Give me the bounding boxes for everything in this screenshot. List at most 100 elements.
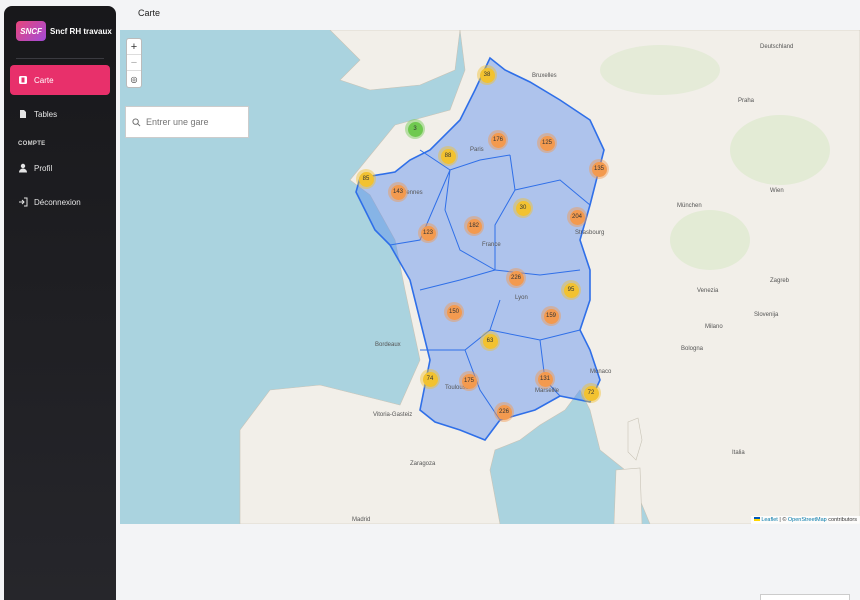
forest-area <box>600 45 720 95</box>
leaflet-link[interactable]: Leaflet <box>761 517 778 523</box>
city-label: Zagreb <box>770 278 790 284</box>
zoom-control: + − ◎ <box>126 38 142 88</box>
map-container[interactable]: Rennes Paris France Bordeaux Toulouse Lyon Mar… <box>120 30 860 524</box>
sidebar-item-label: Tables <box>34 109 58 119</box>
sidebar-item-label: Carte <box>34 75 54 85</box>
cluster-marker[interactable]: 175 <box>459 371 479 391</box>
cluster-count: 3 <box>407 121 423 137</box>
city-label: Bruxelles <box>532 73 557 79</box>
cluster-count: 63 <box>482 333 498 349</box>
city-label: Bologna <box>681 346 704 352</box>
cluster-marker[interactable]: 38 <box>477 65 497 85</box>
cluster-marker[interactable]: 135 <box>589 159 609 179</box>
city-label: Slovenija <box>754 312 779 318</box>
city-label: Monaco <box>590 369 612 375</box>
city-label: Vitoria-Gasteiz <box>373 412 413 418</box>
search-input[interactable] <box>146 117 246 127</box>
station-search[interactable] <box>125 106 249 138</box>
sidebar-item-carte[interactable]: Carte <box>10 65 110 95</box>
cluster-count: 143 <box>390 184 406 200</box>
cluster-count: 204 <box>569 209 585 225</box>
cluster-marker[interactable]: 88 <box>438 146 458 166</box>
city-label: Praha <box>738 98 755 104</box>
cluster-marker[interactable]: 3 <box>405 119 425 139</box>
city-label: Wien <box>770 188 784 194</box>
city-label: Paris <box>470 147 484 153</box>
city-label: Deutschland <box>760 44 794 50</box>
attribution-tail: contributors <box>826 517 857 523</box>
france-highlight <box>355 56 605 441</box>
forest-area <box>670 210 750 270</box>
sidebar: SNCF Sncf RH travaux Carte Tables COMPTE… <box>4 6 116 600</box>
cluster-marker[interactable]: 123 <box>418 223 438 243</box>
cluster-count: 182 <box>466 218 482 234</box>
sidebar-item-profil[interactable]: Profil <box>10 153 110 183</box>
cluster-count: 226 <box>508 270 524 286</box>
cluster-marker[interactable]: 204 <box>567 207 587 227</box>
cluster-count: 159 <box>543 308 559 324</box>
cluster-marker[interactable]: 143 <box>388 182 408 202</box>
zoom-out-button[interactable]: − <box>127 55 141 71</box>
cluster-count: 150 <box>446 304 462 320</box>
cluster-marker[interactable]: 95 <box>561 280 581 300</box>
osm-link[interactable]: OpenStreetMap <box>788 517 827 523</box>
cluster-count: 125 <box>539 135 555 151</box>
zoom-in-button[interactable]: + <box>127 39 141 55</box>
forest-area <box>730 115 830 185</box>
cluster-marker[interactable]: 72 <box>581 383 601 403</box>
cluster-marker[interactable]: 125 <box>537 133 557 153</box>
brand[interactable]: SNCF Sncf RH travaux <box>4 6 116 56</box>
cluster-marker[interactable]: 85 <box>356 169 376 189</box>
cluster-count: 175 <box>461 373 477 389</box>
cluster-count: 176 <box>490 132 506 148</box>
city-label: Milano <box>705 324 723 330</box>
cluster-marker[interactable]: 30 <box>513 198 533 218</box>
sidebar-item-label: Déconnexion <box>34 197 81 207</box>
cluster-marker[interactable]: 159 <box>541 306 561 326</box>
user-icon <box>19 163 27 173</box>
cluster-count: 38 <box>479 67 495 83</box>
map-attribution: Leaflet | © OpenStreetMap contributors <box>750 516 860 524</box>
sncf-logo: SNCF <box>16 21 46 41</box>
bottom-controls <box>760 594 850 600</box>
cluster-marker[interactable]: 63 <box>480 331 500 351</box>
city-label: Strasbourg <box>575 230 605 236</box>
cluster-count: 72 <box>583 385 599 401</box>
cluster-marker[interactable]: 226 <box>494 402 514 422</box>
ukraine-flag-icon <box>753 517 760 521</box>
attribution-separator: | © <box>777 517 788 523</box>
cluster-count: 123 <box>420 225 436 241</box>
globe-icon[interactable]: ◎ <box>127 71 141 87</box>
brand-name: Sncf RH travaux <box>50 26 112 36</box>
cluster-marker[interactable]: 182 <box>464 216 484 236</box>
sidebar-item-deconnexion[interactable]: Déconnexion <box>10 187 110 217</box>
sidebar-item-label: Profil <box>34 163 53 173</box>
sidebar-item-tables[interactable]: Tables <box>10 99 110 129</box>
city-label: Venezia <box>697 288 719 294</box>
cluster-count: 226 <box>496 404 512 420</box>
cluster-marker[interactable]: 226 <box>506 268 526 288</box>
logout-icon <box>19 197 28 207</box>
map-icon <box>19 76 27 84</box>
city-label: Lyon <box>515 295 528 301</box>
city-label: France <box>482 242 501 248</box>
cluster-count: 131 <box>537 371 553 387</box>
cluster-marker[interactable]: 150 <box>444 302 464 322</box>
cluster-marker[interactable]: 176 <box>488 130 508 150</box>
section-heading-compte: COMPTE <box>18 141 46 147</box>
city-label: Italia <box>732 450 745 456</box>
map-tiles[interactable] <box>120 30 860 524</box>
sardinia-island <box>613 467 643 524</box>
city-label: München <box>677 203 702 209</box>
cluster-marker[interactable]: 131 <box>535 369 555 389</box>
city-label: Zaragoza <box>410 461 436 467</box>
cluster-count: 135 <box>591 161 607 177</box>
cluster-marker[interactable]: 74 <box>420 369 440 389</box>
tables-icon <box>20 110 26 118</box>
cluster-count: 30 <box>515 200 531 216</box>
cluster-count: 74 <box>422 371 438 387</box>
cluster-count: 95 <box>563 282 579 298</box>
cluster-count: 85 <box>358 171 374 187</box>
uk-landmass <box>329 30 461 91</box>
city-label: Marseille <box>535 388 560 394</box>
